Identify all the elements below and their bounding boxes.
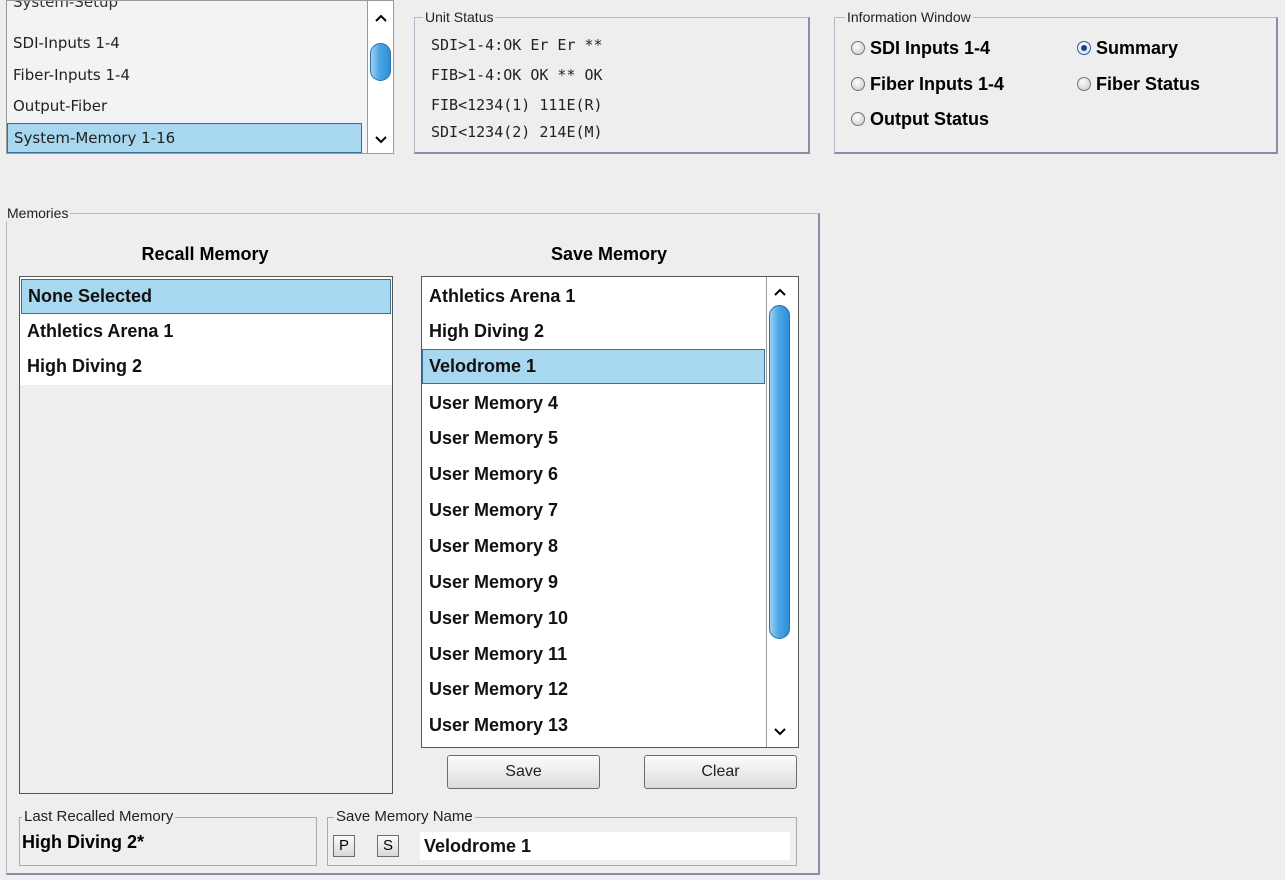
radio-label: Summary [1096, 38, 1179, 58]
save-item[interactable]: User Memory 5 [422, 421, 765, 456]
scroll-thumb[interactable] [370, 43, 391, 81]
radio-checked-icon [1077, 41, 1091, 55]
radio-label: Fiber Status [1096, 74, 1201, 94]
radio-label: Output Status [870, 109, 989, 129]
save-memory-name-group: Save Memory Name P S [327, 809, 797, 866]
unit-status-panel: Unit Status SDI>1-4:OK Er Er ** FIB>1-4:… [414, 9, 810, 154]
radio-output-status[interactable]: Output Status [851, 109, 989, 129]
status-line-sdi-out: SDI<1234(2) 214E(M) [431, 123, 603, 141]
recall-item-high-diving-2[interactable]: High Diving 2 [20, 349, 390, 384]
s-button[interactable]: S [377, 835, 399, 857]
scroll-thumb[interactable] [769, 305, 790, 639]
memories-title: Memories [5, 205, 71, 221]
save-item[interactable]: User Memory 9 [422, 565, 765, 600]
radio-unchecked-icon [851, 41, 865, 55]
nav-item-system-setup[interactable]: System-Setup [7, 1, 362, 17]
save-item[interactable]: User Memory 10 [422, 601, 765, 636]
save-button[interactable]: Save [447, 755, 600, 789]
radio-unchecked-icon [1077, 77, 1091, 91]
scroll-up-icon[interactable] [768, 281, 791, 303]
save-item[interactable]: User Memory 6 [422, 457, 765, 492]
last-recalled-memory-title: Last Recalled Memory [22, 808, 176, 825]
save-item[interactable]: User Memory 12 [422, 672, 765, 707]
information-window-panel: Information Window SDI Inputs 1-4 Summar… [834, 9, 1278, 154]
scroll-down-icon[interactable] [768, 721, 791, 743]
save-list-scrollbar[interactable] [766, 277, 792, 747]
save-item-selected[interactable]: Velodrome 1 [422, 349, 765, 384]
nav-item-system-memory[interactable]: System-Memory 1-16 [7, 123, 362, 153]
section-nav-list[interactable]: System-Setup SDI-Inputs 1-4 Fiber-Inputs… [6, 0, 394, 154]
nav-item-output-fiber[interactable]: Output-Fiber [7, 91, 362, 121]
radio-unchecked-icon [851, 77, 865, 91]
last-recalled-memory-group: Last Recalled Memory High Diving 2* [19, 809, 317, 866]
radio-label: SDI Inputs 1-4 [870, 38, 991, 58]
nav-item-fiber-inputs[interactable]: Fiber-Inputs 1-4 [7, 60, 362, 90]
save-memory-name-input[interactable] [420, 832, 790, 860]
save-item[interactable]: User Memory 8 [422, 529, 765, 564]
clear-button[interactable]: Clear [644, 755, 797, 789]
recall-item-athletics-arena-1[interactable]: Athletics Arena 1 [20, 314, 390, 349]
nav-scrollbar[interactable] [367, 1, 393, 153]
radio-sdi-inputs[interactable]: SDI Inputs 1-4 [851, 38, 990, 58]
save-item[interactable]: User Memory 11 [422, 637, 765, 672]
save-item[interactable]: Athletics Arena 1 [422, 279, 765, 314]
unit-status-title: Unit Status [423, 9, 496, 25]
radio-label: Fiber Inputs 1-4 [870, 74, 1005, 94]
p-button[interactable]: P [333, 835, 355, 857]
save-memory-heading: Save Memory [550, 244, 668, 264]
last-recalled-memory-value: High Diving 2* [22, 832, 145, 852]
save-item[interactable]: User Memory 4 [422, 386, 765, 421]
nav-item-sdi-inputs[interactable]: SDI-Inputs 1-4 [7, 28, 362, 58]
scroll-down-icon[interactable] [369, 129, 392, 151]
recall-memory-list[interactable]: None Selected Athletics Arena 1 High Div… [19, 276, 393, 794]
status-line-fib-in: FIB>1-4:OK OK ** OK [431, 66, 603, 84]
radio-fiber-status[interactable]: Fiber Status [1077, 74, 1200, 94]
radio-fiber-inputs[interactable]: Fiber Inputs 1-4 [851, 74, 1004, 94]
save-item[interactable]: User Memory 7 [422, 493, 765, 528]
recall-memory-heading: Recall Memory [141, 244, 269, 264]
save-item[interactable]: User Memory 13 [422, 708, 765, 743]
radio-unchecked-icon [851, 112, 865, 126]
save-memory-list[interactable]: Athletics Arena 1 High Diving 2 Velodrom… [421, 276, 799, 748]
save-memory-name-title: Save Memory Name [334, 808, 475, 825]
radio-summary[interactable]: Summary [1077, 38, 1178, 58]
status-line-sdi-in: SDI>1-4:OK Er Er ** [431, 36, 603, 54]
status-line-fib-out: FIB<1234(1) 111E(R) [431, 96, 603, 114]
scroll-up-icon[interactable] [369, 7, 392, 29]
save-item[interactable]: High Diving 2 [422, 314, 765, 349]
information-window-title: Information Window [845, 9, 973, 25]
recall-item-none-selected[interactable]: None Selected [21, 279, 391, 314]
memories-panel: Memories Recall Memory Save Memory None … [5, 205, 820, 875]
